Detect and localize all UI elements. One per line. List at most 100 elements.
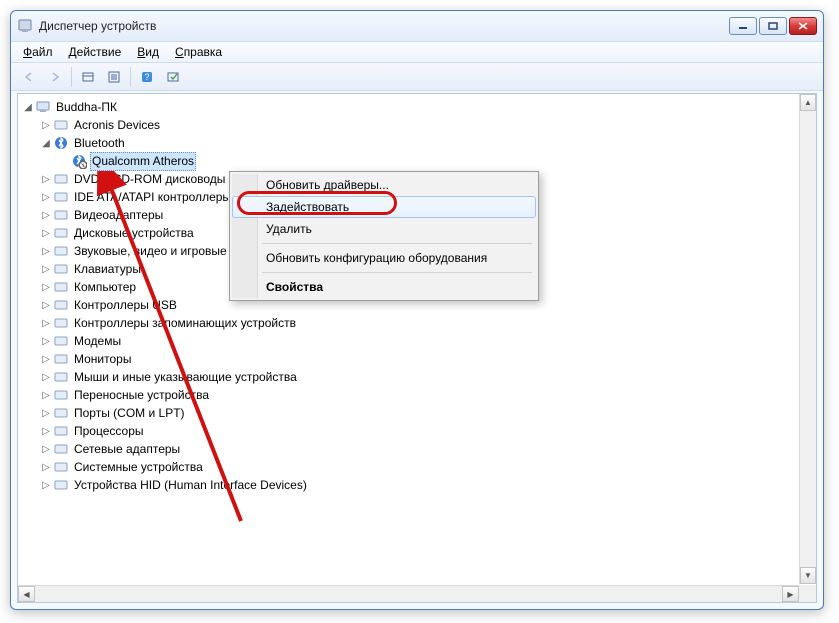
scroll-right-icon[interactable]: ▶: [782, 586, 799, 602]
minimize-button[interactable]: [729, 17, 757, 35]
generic-icon: [53, 189, 69, 205]
expand-toggle-icon[interactable]: ▷: [40, 189, 52, 206]
generic-icon: [53, 387, 69, 403]
expand-toggle-icon[interactable]: ▷: [40, 405, 52, 422]
expand-toggle-icon[interactable]: ▷: [40, 297, 52, 314]
tree-node-label: Порты (COM и LPT): [72, 405, 187, 422]
tree-item-mouse[interactable]: ▷Мыши и иные указывающие устройства: [22, 368, 810, 386]
context-delete[interactable]: Удалить: [232, 218, 536, 240]
expand-toggle-icon[interactable]: ▷: [40, 315, 52, 332]
tree-node-label: Модемы: [72, 333, 123, 350]
context-update-drivers[interactable]: Обновить драйверы...: [232, 174, 536, 196]
window-title: Диспетчер устройств: [39, 19, 729, 33]
tree-item-acronis[interactable]: ▷ Acronis Devices: [22, 116, 810, 134]
menu-help[interactable]: Справка: [169, 43, 228, 61]
menu-view[interactable]: Вид: [131, 43, 165, 61]
expand-toggle-icon[interactable]: ▷: [40, 459, 52, 476]
tree-node-label: Компьютер: [72, 279, 138, 296]
bt-icon: [53, 135, 69, 151]
tree-node-label: Дисковые устройства: [72, 225, 196, 242]
expand-toggle-icon[interactable]: ▷: [40, 117, 52, 134]
generic-icon: [53, 315, 69, 331]
expand-toggle-icon[interactable]: ▷: [40, 477, 52, 494]
expand-toggle-icon[interactable]: ◢: [22, 99, 34, 116]
titlebar[interactable]: Диспетчер устройств: [11, 11, 823, 41]
context-properties[interactable]: Свойства: [232, 276, 536, 298]
generic-icon: [53, 423, 69, 439]
tree-node-label: Мониторы: [72, 351, 133, 368]
generic-icon: [53, 459, 69, 475]
tree-root[interactable]: ◢ Buddha-ПК: [22, 98, 810, 116]
close-button[interactable]: [789, 17, 817, 35]
generic-icon: [53, 279, 69, 295]
tree-node-label: Сетевые адаптеры: [72, 441, 182, 458]
tree-item-system[interactable]: ▷Системные устройства: [22, 458, 810, 476]
app-icon: [17, 18, 33, 34]
tree-item-modem[interactable]: ▷ Модемы: [22, 332, 810, 350]
tree-item-hid[interactable]: ▷Устройства HID (Human Interface Devices…: [22, 476, 810, 494]
generic-icon: [53, 333, 69, 349]
context-scan-hardware[interactable]: Обновить конфигурацию оборудования: [232, 247, 536, 269]
pc-icon: [35, 99, 51, 115]
tree-node-label: Переносные устройства: [72, 387, 211, 404]
generic-icon: [53, 243, 69, 259]
tree-item-monitor[interactable]: ▷ Мониторы: [22, 350, 810, 368]
expand-toggle-icon[interactable]: ▷: [40, 243, 52, 260]
expand-toggle-icon[interactable]: ▷: [40, 171, 52, 188]
help-button[interactable]: ?: [135, 66, 159, 88]
generic-icon: [53, 117, 69, 133]
tree-item-ports[interactable]: ▷ Порты (COM и LPT): [22, 404, 810, 422]
expand-toggle-icon[interactable]: ▷: [40, 207, 52, 224]
scroll-up-icon[interactable]: ▲: [800, 94, 816, 111]
vertical-scrollbar[interactable]: ▲ ▼: [799, 94, 816, 584]
tree-node-label: Контроллеры запоминающих устройств: [72, 315, 298, 332]
tree-item-network[interactable]: ▷ Сетевые адаптеры: [22, 440, 810, 458]
expand-toggle-icon[interactable]: ◢: [40, 135, 52, 152]
expand-toggle-icon[interactable]: ▷: [40, 387, 52, 404]
scroll-down-icon[interactable]: ▼: [800, 567, 816, 584]
show-hidden-button[interactable]: [76, 66, 100, 88]
context-enable[interactable]: Задействовать: [232, 196, 536, 218]
expand-toggle-icon[interactable]: ▷: [40, 369, 52, 386]
generic-icon: [53, 171, 69, 187]
tree-item-storage[interactable]: ▷ Контроллеры запоминающих устройств: [22, 314, 810, 332]
generic-icon: [53, 207, 69, 223]
tree-node-label: Qualcomm Atheros: [90, 152, 196, 171]
expand-toggle-icon[interactable]: ▷: [40, 351, 52, 368]
scroll-left-icon[interactable]: ◀: [18, 586, 35, 602]
forward-button[interactable]: [43, 66, 67, 88]
tree-node-label: Клавиатуры: [72, 261, 143, 278]
tree-item-portable[interactable]: ▷ Переносные устройства: [22, 386, 810, 404]
back-button[interactable]: [17, 66, 41, 88]
menu-action[interactable]: Действие: [63, 43, 128, 61]
expand-toggle-icon[interactable]: ▷: [40, 261, 52, 278]
device-tree-panel: ◢Buddha-ПК▷Acronis Devices◢Bluetooth↓Qua…: [17, 93, 817, 603]
expand-toggle-icon[interactable]: ▷: [40, 441, 52, 458]
maximize-button[interactable]: [759, 17, 787, 35]
generic-icon: [53, 225, 69, 241]
toolbar: ?: [11, 63, 823, 91]
device-manager-window: Диспетчер устройств Файл Действие Вид Сп…: [10, 10, 824, 610]
menu-file[interactable]: Файл: [17, 43, 59, 61]
expand-toggle-icon[interactable]: ▷: [40, 333, 52, 350]
generic-icon: [53, 369, 69, 385]
tree-item-cpu[interactable]: ▷Процессоры: [22, 422, 810, 440]
tree-item-bluetooth-device[interactable]: ↓ Qualcomm Atheros: [22, 152, 810, 170]
expand-toggle-icon[interactable]: ▷: [40, 279, 52, 296]
tree-node-label: Acronis Devices: [72, 117, 162, 134]
tree-node-label: Bluetooth: [72, 135, 127, 152]
generic-icon: [53, 261, 69, 277]
generic-icon: [53, 477, 69, 493]
horizontal-scrollbar[interactable]: ◀ ▶: [18, 585, 799, 602]
expand-toggle-icon[interactable]: ▷: [40, 225, 52, 242]
scan-button[interactable]: [161, 66, 185, 88]
tree-item-bluetooth[interactable]: ◢ Bluetooth: [22, 134, 810, 152]
generic-icon: [53, 351, 69, 367]
tree-node-label: Buddha-ПК: [54, 99, 119, 116]
generic-icon: [53, 405, 69, 421]
expand-toggle-icon[interactable]: ▷: [40, 423, 52, 440]
svg-text:↓: ↓: [82, 163, 85, 169]
tree-node-label: IDE ATA/ATAPI контроллеры: [72, 189, 233, 206]
generic-icon: [53, 441, 69, 457]
properties-button[interactable]: [102, 66, 126, 88]
